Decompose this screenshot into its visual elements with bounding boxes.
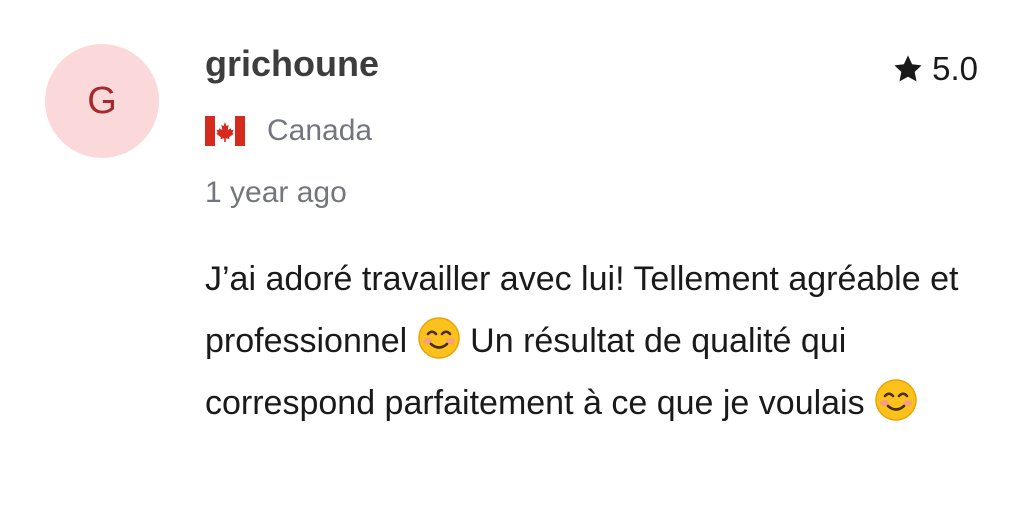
reviewer-username[interactable]: grichoune [205, 46, 379, 82]
review-card: G grichoune 5.0 Canada 1 year ago J’ai a… [0, 0, 1024, 511]
canada-flag-icon [205, 116, 245, 146]
avatar-initial: G [87, 80, 117, 122]
reviewer-country: Canada [205, 116, 372, 146]
rating-value: 5.0 [932, 50, 978, 87]
review-text: J’ai adoré travailler avec lui! Tellemen… [205, 248, 995, 434]
smiling-face-emoji-icon [417, 317, 460, 359]
smiling-face-emoji-icon [875, 379, 917, 421]
country-name: Canada [267, 114, 373, 147]
star-icon [894, 54, 922, 81]
rating: 5.0 [892, 52, 978, 85]
review-timestamp: 1 year ago [205, 176, 347, 209]
avatar: G [45, 44, 159, 158]
